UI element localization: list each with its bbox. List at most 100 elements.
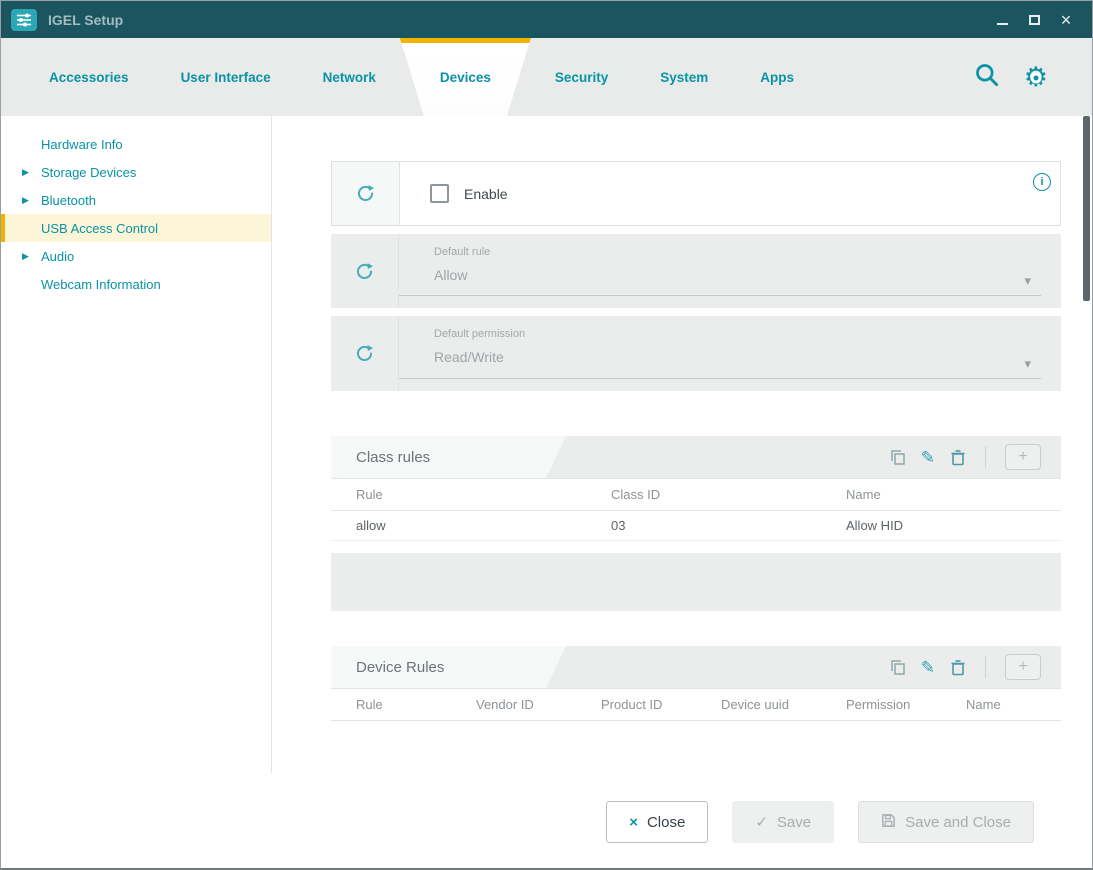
column-header: Class ID xyxy=(611,479,846,511)
expand-arrow-icon[interactable]: ▶ xyxy=(22,195,29,206)
panel-title: Device Rules xyxy=(356,659,444,676)
expand-arrow-icon[interactable]: ▶ xyxy=(22,251,29,262)
delete-icon[interactable] xyxy=(950,449,966,466)
edit-icon[interactable]: ✎ xyxy=(921,659,935,676)
tab-label: User Interface xyxy=(181,70,271,85)
class-rules-actions: ✎ + xyxy=(890,436,1041,478)
search-icon[interactable] xyxy=(973,61,1000,93)
edit-icon[interactable]: ✎ xyxy=(921,449,935,466)
tab-label: Accessories xyxy=(49,70,129,85)
column-header: Vendor ID xyxy=(476,689,601,721)
igel-logo-icon xyxy=(11,9,37,31)
save-button[interactable]: ✓ Save xyxy=(732,801,834,843)
window-title: IGEL Setup xyxy=(48,12,123,28)
copy-icon[interactable] xyxy=(890,449,906,465)
enable-label: Enable xyxy=(464,186,508,202)
class-rules-header: Class rules ✎ xyxy=(331,436,1061,478)
save-and-close-button-label: Save and Close xyxy=(905,814,1011,831)
divider xyxy=(985,446,986,468)
sidebar-item-label: Hardware Info xyxy=(41,137,123,152)
check-icon: ✓ xyxy=(755,813,768,831)
column-header: Device uuid xyxy=(721,689,846,721)
tab-network[interactable]: Network xyxy=(297,38,402,116)
sidebar-item-bluetooth[interactable]: ▶ Bluetooth xyxy=(1,186,271,214)
default-rule-setting-card: Default rule Allow ▾ xyxy=(331,234,1061,308)
tabbar-icons: ⚙ xyxy=(973,61,1092,93)
tab-label: Apps xyxy=(760,70,794,85)
tab-system[interactable]: System xyxy=(634,38,734,116)
window-controls: × xyxy=(986,5,1082,35)
info-glyph: i xyxy=(1040,176,1043,188)
titlebar: IGEL Setup × xyxy=(1,1,1092,38)
save-and-close-button[interactable]: Save and Close xyxy=(858,801,1034,843)
column-header: Rule xyxy=(331,689,476,721)
footer-bar: × Close ✓ Save Save and Close xyxy=(1,773,1092,870)
column-header: Permission xyxy=(846,689,966,721)
table-row[interactable]: allow 03 Allow HID xyxy=(331,511,1061,541)
sidebar-item-usb-access-control[interactable]: USB Access Control xyxy=(1,214,271,242)
column-header: Name xyxy=(966,689,1061,721)
tab-label: Security xyxy=(555,70,608,85)
sidebar-item-audio[interactable]: ▶ Audio xyxy=(1,242,271,270)
divider xyxy=(985,656,986,678)
tab-label: Network xyxy=(323,70,376,85)
scrollbar-thumb[interactable] xyxy=(1083,116,1090,301)
info-icon[interactable]: i xyxy=(1033,173,1051,191)
tab-accessories[interactable]: Accessories xyxy=(23,38,155,116)
panel-title: Class rules xyxy=(356,449,430,466)
close-x-icon: × xyxy=(629,814,638,831)
tab-label: System xyxy=(660,70,708,85)
enable-row: Enable xyxy=(400,162,508,225)
reset-to-default-icon[interactable] xyxy=(331,234,399,308)
igel-setup-window: IGEL Setup × Accessories User Interface … xyxy=(0,0,1093,870)
default-permission-setting-card: Default permission Read/Write ▾ xyxy=(331,316,1061,391)
vertical-scrollbar[interactable] xyxy=(1081,116,1092,773)
expand-arrow-icon[interactable]: ▶ xyxy=(22,167,29,178)
minimize-icon xyxy=(997,23,1008,25)
sidebar-item-label: USB Access Control xyxy=(41,221,158,236)
tab-apps[interactable]: Apps xyxy=(734,38,820,116)
usb-access-control-page: i Enable xyxy=(272,116,1081,773)
gear-eye-icon[interactable]: ⚙ xyxy=(1024,64,1048,91)
cell-class-id: 03 xyxy=(611,511,846,541)
enable-checkbox[interactable] xyxy=(430,184,449,203)
copy-icon[interactable] xyxy=(890,659,906,675)
content-area: Hardware Info ▶ Storage Devices ▶ Blueto… xyxy=(1,116,1092,773)
delete-icon[interactable] xyxy=(950,659,966,676)
close-button-label: Close xyxy=(647,814,685,831)
field-value: Read/Write xyxy=(434,349,1041,365)
minimize-button[interactable] xyxy=(986,5,1018,35)
maximize-button[interactable] xyxy=(1018,5,1050,35)
sidebar-item-label: Storage Devices xyxy=(41,165,136,180)
reset-to-default-icon[interactable] xyxy=(331,316,399,391)
add-class-rule-button[interactable]: + xyxy=(1005,444,1041,470)
enable-setting-card: Enable xyxy=(331,161,1061,226)
sidebar-item-webcam-information[interactable]: Webcam Information xyxy=(1,270,271,298)
tab-devices[interactable]: Devices xyxy=(402,38,529,116)
reset-to-default-icon[interactable] xyxy=(332,162,400,225)
column-header: Rule xyxy=(331,479,611,511)
field-value: Allow xyxy=(434,267,1041,283)
tab-user-interface[interactable]: User Interface xyxy=(155,38,297,116)
field-label: Default rule xyxy=(434,246,1041,258)
tab-security[interactable]: Security xyxy=(529,38,634,116)
sidebar-item-label: Webcam Information xyxy=(41,277,161,292)
column-header: Name xyxy=(846,479,1061,511)
class-rules-table: Rule Class ID Name allow 03 Allow HID xyxy=(331,478,1061,553)
sidebar-item-hardware-info[interactable]: Hardware Info xyxy=(1,130,271,158)
maximize-icon xyxy=(1029,15,1040,25)
default-permission-select[interactable]: Default permission Read/Write ▾ xyxy=(399,326,1041,379)
cell-name: Allow HID xyxy=(846,511,1061,541)
sidebar-item-storage-devices[interactable]: ▶ Storage Devices xyxy=(1,158,271,186)
add-device-rule-button[interactable]: + xyxy=(1005,654,1041,680)
sidebar-item-label: Bluetooth xyxy=(41,193,96,208)
class-rules-panel: Class rules ✎ xyxy=(331,436,1061,611)
close-button[interactable]: × Close xyxy=(606,801,708,843)
close-icon: × xyxy=(1061,11,1072,29)
chevron-down-icon: ▾ xyxy=(1024,273,1031,289)
default-rule-select[interactable]: Default rule Allow ▾ xyxy=(399,244,1041,296)
tab-bar: Accessories User Interface Network Devic… xyxy=(1,38,1092,116)
table-header-row: Rule Vendor ID Product ID Device uuid Pe… xyxy=(331,689,1061,721)
eye-icon xyxy=(1030,72,1041,83)
close-window-button[interactable]: × xyxy=(1050,5,1082,35)
